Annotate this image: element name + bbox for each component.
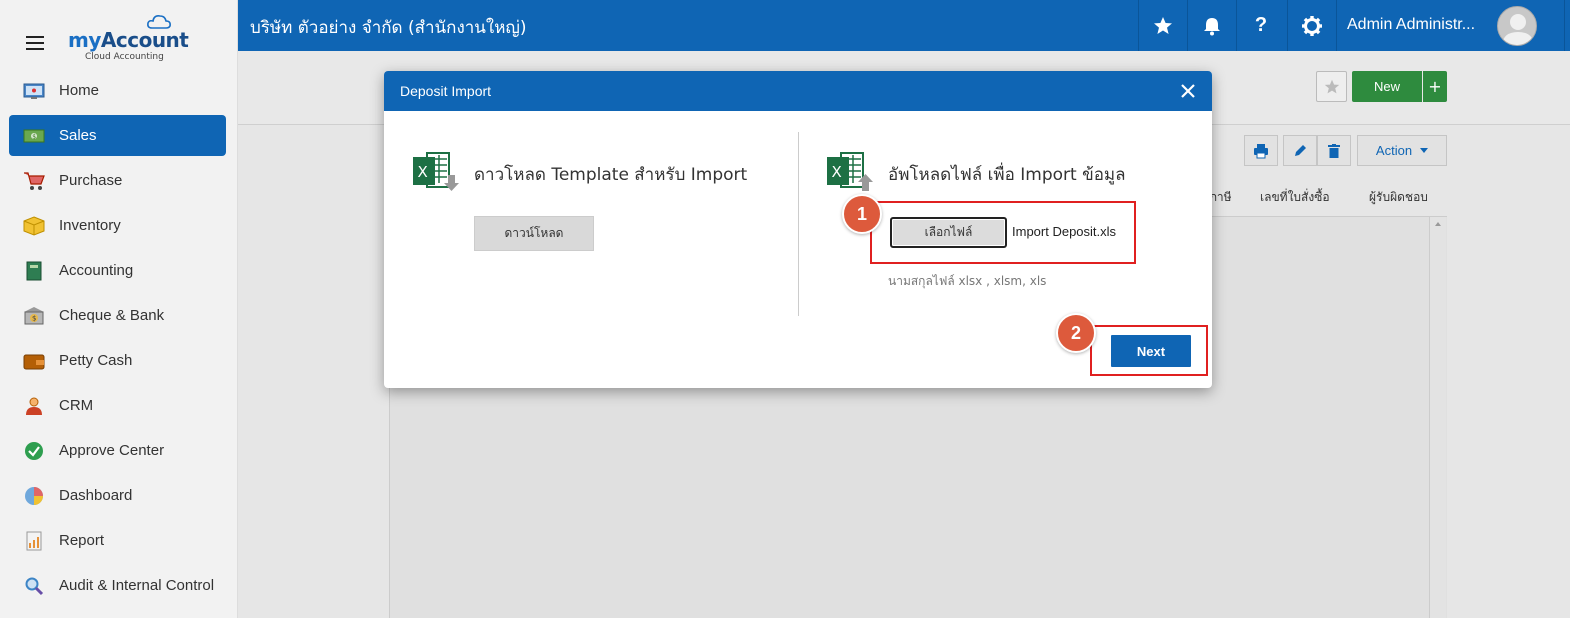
step-badge-1: 1 — [842, 194, 882, 234]
section-divider — [798, 132, 799, 316]
svg-text:X: X — [418, 163, 428, 181]
selected-file-name: Import Deposit.xls — [1012, 224, 1117, 239]
next-button[interactable]: Next — [1111, 335, 1191, 367]
dialog-title: Deposit Import — [400, 83, 492, 99]
upload-section-title: อัพโหลดไฟล์ เพื่อ Import ข้อมูล — [888, 165, 1126, 185]
dialog-header: Deposit Import — [384, 71, 1212, 111]
excel-download-icon: X — [413, 152, 459, 191]
svg-text:X: X — [832, 163, 842, 181]
file-extension-hint: นามสกุลไฟล์ xlsx , xlsm, xls — [888, 274, 1047, 288]
close-icon[interactable] — [1178, 81, 1198, 101]
choose-file-button[interactable]: เลือกไฟล์ — [890, 217, 1007, 248]
download-section-title: ดาวโหลด Template สำหรับ Import — [474, 165, 748, 185]
excel-upload-icon: X — [827, 152, 873, 191]
step-badge-2: 2 — [1056, 313, 1096, 353]
download-template-button[interactable]: ดาวน์โหลด — [474, 216, 594, 251]
